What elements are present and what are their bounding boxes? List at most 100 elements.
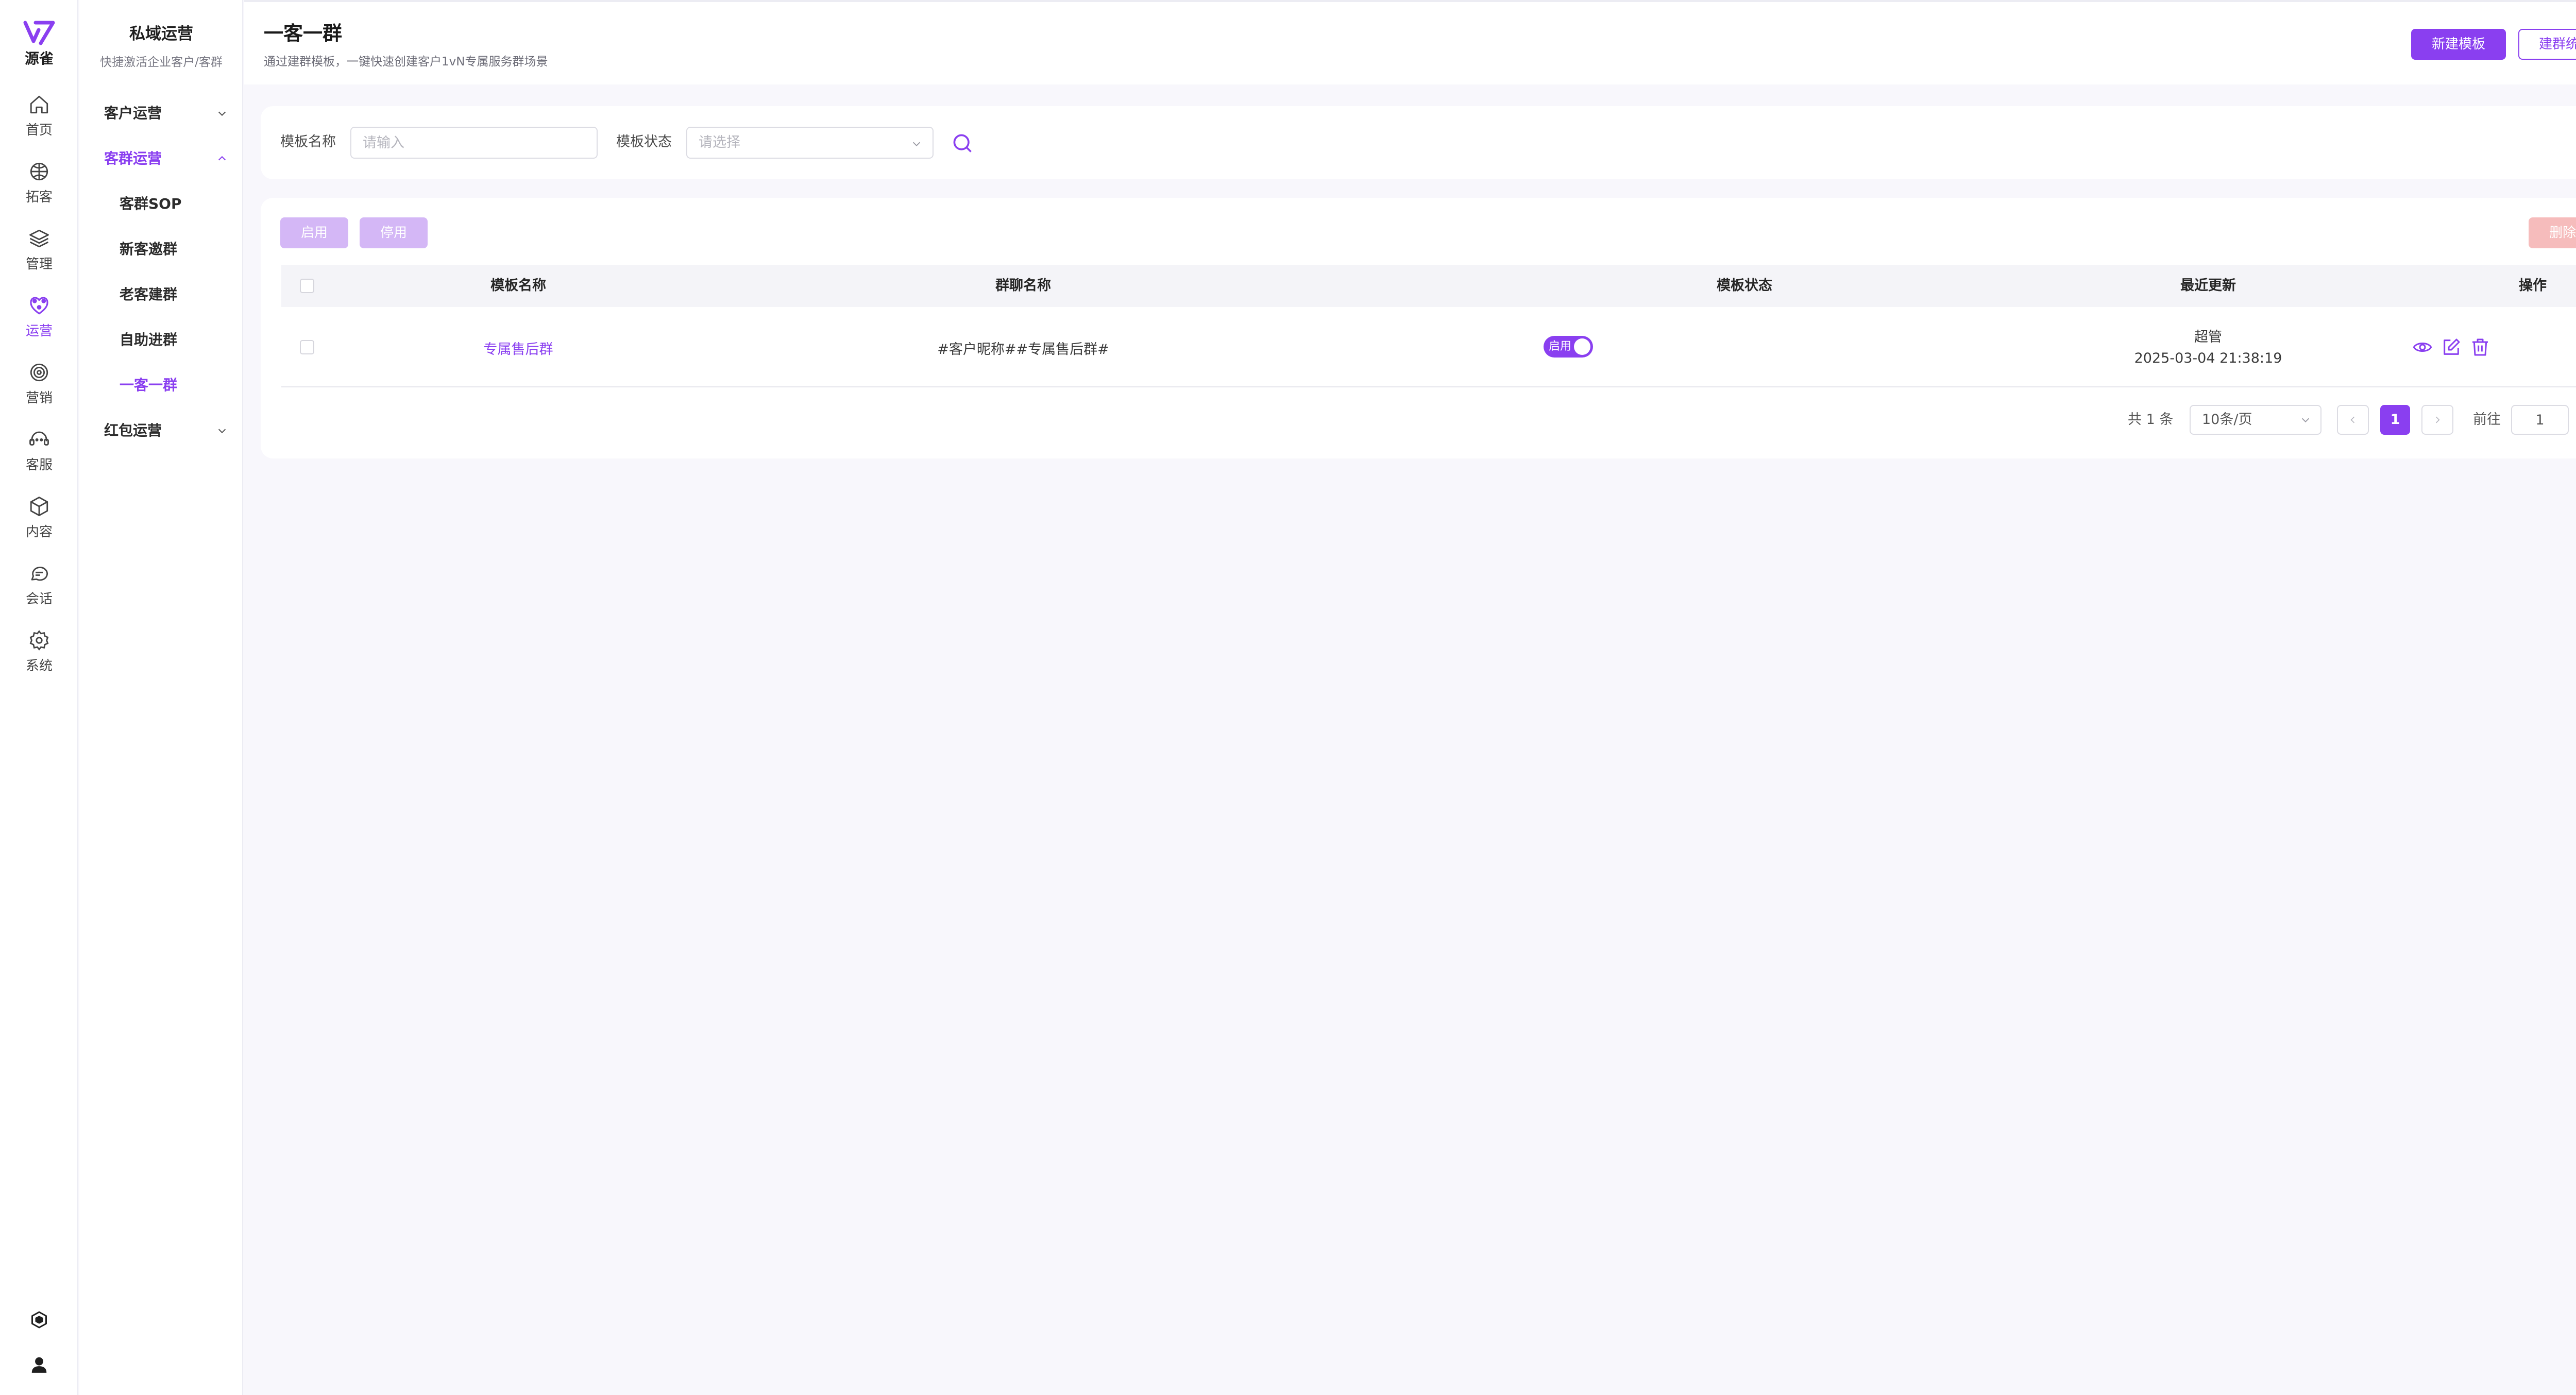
user-icon — [31, 1357, 47, 1373]
brand-name: 源雀 — [24, 50, 54, 67]
rail-item-marketing[interactable]: 营销 — [0, 362, 78, 418]
template-name-cell[interactable]: 专属售后群 — [395, 338, 642, 358]
menu-item-one-customer-one-group[interactable]: 一客一群 — [120, 367, 228, 403]
box-icon — [31, 1311, 47, 1329]
col-template-status: 模板状态 — [1717, 278, 1772, 294]
gear-icon — [29, 630, 49, 651]
pagination-total: 共 1 条 — [2128, 412, 2174, 428]
menu-group-label: 红包运营 — [104, 422, 162, 439]
group-stats-button[interactable]: 建群统计 — [2518, 29, 2576, 60]
chevron-right-icon — [2435, 416, 2440, 423]
rail-plugin-button[interactable] — [0, 1311, 78, 1331]
page-size-value: 10条/页 — [2202, 412, 2252, 428]
template-status-select[interactable]: 请选择 — [686, 127, 934, 159]
status-toggle[interactable]: 启用 — [1544, 336, 1593, 358]
goto-label: 前往 — [2473, 412, 2501, 428]
page-1-button[interactable]: 1 — [2380, 405, 2410, 435]
select-all-checkbox[interactable] — [300, 279, 314, 293]
enable-button[interactable]: 启用 — [280, 217, 348, 248]
rail-item-manage[interactable]: 管理 — [0, 228, 78, 284]
menu-item-self-join[interactable]: 自助进群 — [120, 322, 228, 358]
globe-icon — [30, 162, 48, 181]
search-icon[interactable] — [951, 132, 974, 155]
toggle-knob — [1574, 338, 1590, 355]
submenu-header: 私域运营 快捷激活企业客户/客群 — [79, 21, 243, 70]
submenu-subtitle: 快捷激活企业客户/客群 — [100, 56, 223, 69]
rail-item-operation[interactable]: 运营 — [0, 295, 78, 351]
table-card: 启用 停用 删除 模板名称 群聊名称 模板状态 最近更新 操作 专属售后群 #客… — [261, 198, 2576, 458]
chevron-left-icon — [2350, 416, 2355, 423]
delete-button[interactable]: 删除 — [2529, 217, 2576, 248]
rail-label-system: 系统 — [25, 658, 53, 674]
menu-group-customer[interactable]: 客户运营 — [104, 95, 228, 131]
page-description: 通过建群模板，一键快速创建客户1vN专属服务群场景 — [264, 55, 548, 69]
rail-item-system[interactable]: 系统 — [0, 630, 78, 686]
rail-item-chat[interactable]: 会话 — [0, 563, 78, 619]
goto-page-input[interactable] — [2511, 405, 2569, 435]
operation-icon — [30, 297, 48, 315]
template-status-label: 模板状态 — [616, 134, 672, 150]
updated-at-cell: 2025-03-04 21:38:19 — [2134, 350, 2282, 366]
disable-button[interactable]: 停用 — [360, 217, 428, 248]
layers-icon — [29, 229, 49, 248]
col-last-update: 最近更新 — [2180, 278, 2236, 294]
template-name-input[interactable] — [350, 127, 598, 159]
group-name-cell: #客户昵称##专属售后群# — [937, 342, 1109, 358]
chevron-down-icon — [218, 429, 226, 434]
submenu-title: 私域运营 — [129, 25, 193, 43]
home-icon — [30, 95, 48, 114]
rail-label-marketing: 营销 — [25, 390, 53, 406]
menu-group-label: 客群运营 — [104, 150, 162, 167]
new-template-button[interactable]: 新建模板 — [2411, 29, 2506, 60]
page-size-select[interactable]: 10条/页 — [2190, 405, 2321, 435]
view-icon[interactable] — [2412, 337, 2433, 358]
rail-user-button[interactable] — [0, 1355, 78, 1376]
col-actions: 操作 — [2519, 278, 2547, 294]
rail-item-acquire[interactable]: 拓客 — [0, 161, 78, 217]
menu-group-label: 客户运营 — [104, 105, 162, 122]
row-checkbox[interactable] — [300, 340, 314, 354]
brand-logo[interactable]: 源雀 — [0, 21, 78, 68]
chevron-down-icon — [912, 142, 921, 146]
edit-icon[interactable] — [2441, 337, 2462, 358]
menu-group-red-packet[interactable]: 红包运营 — [104, 413, 228, 449]
chevron-down-icon — [218, 111, 226, 116]
template-name-label: 模板名称 — [280, 134, 336, 150]
chevron-down-icon — [2301, 418, 2310, 422]
rail-label-manage: 管理 — [25, 257, 53, 272]
rail-label-content: 内容 — [25, 524, 53, 540]
logo-icon — [23, 21, 55, 45]
target-icon — [30, 363, 48, 382]
menu-group-group-ops[interactable]: 客群运营 — [104, 141, 228, 177]
template-status-placeholder: 请选择 — [699, 134, 740, 150]
rail-label-service: 客服 — [25, 457, 53, 473]
rail-label-chat: 会话 — [25, 591, 53, 607]
menu-item-group-sop[interactable]: 客群SOP — [120, 186, 228, 222]
chat-icon — [31, 567, 48, 581]
filter-card: 模板名称 模板状态 请选择 — [261, 106, 2576, 179]
next-page-button[interactable] — [2421, 405, 2453, 435]
icon-rail: 源雀 首页 拓客 管理 运营 营销 客服 内容 会话 系统 — [0, 0, 78, 1395]
rail-label-acquire: 拓客 — [25, 190, 53, 205]
page-title: 一客一群 — [264, 22, 343, 45]
rail-label-home: 首页 — [25, 123, 53, 138]
col-template-name: 模板名称 — [490, 278, 546, 294]
rail-item-home[interactable]: 首页 — [0, 94, 78, 150]
col-group-name: 群聊名称 — [995, 278, 1051, 294]
status-toggle-label: 启用 — [1549, 340, 1572, 353]
menu-item-old-customer-group[interactable]: 老客建群 — [120, 277, 228, 313]
secondary-menu: 私域运营 快捷激活企业客户/客群 客户运营 客群运营 客群SOP 新客邀群 老客… — [79, 0, 243, 1395]
row-divider — [281, 386, 2576, 387]
page-header: 一客一群 通过建群模板，一键快速创建客户1vN专属服务群场景 新建模板 建群统计 — [244, 0, 2576, 84]
menu-item-new-customer-invite[interactable]: 新客邀群 — [120, 231, 228, 267]
trash-icon[interactable] — [2470, 337, 2490, 358]
rail-label-operation: 运营 — [25, 324, 53, 339]
rail-item-service[interactable]: 客服 — [0, 429, 78, 485]
table-header: 模板名称 群聊名称 模板状态 最近更新 操作 — [281, 265, 2576, 307]
headset-icon — [29, 431, 49, 446]
chevron-up-icon — [218, 156, 226, 161]
cube-icon — [30, 497, 48, 516]
rail-item-content[interactable]: 内容 — [0, 496, 78, 552]
prev-page-button[interactable] — [2337, 405, 2369, 435]
updated-by-cell: 超管 — [2194, 329, 2222, 345]
